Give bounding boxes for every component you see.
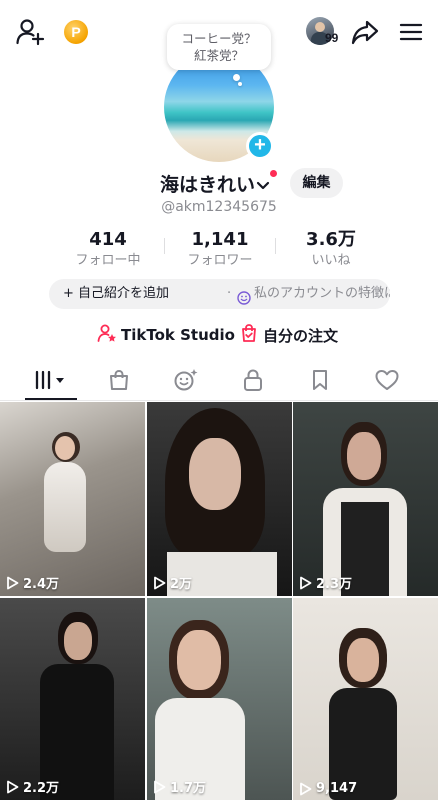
tab-videos[interactable] xyxy=(31,365,71,395)
active-tab-indicator xyxy=(25,398,77,400)
stat-likes-label: いいね xyxy=(311,253,351,268)
plus-icon: + xyxy=(63,286,74,301)
stat-followers-label: フォロワー xyxy=(187,253,253,268)
note-line-2: 紅茶党？ xyxy=(193,48,244,63)
tab-shop[interactable] xyxy=(99,365,139,395)
video-grid: 2.4万 2万 2.3万 2.2万 1.7万 9,147 xyxy=(0,402,438,800)
smile-icon xyxy=(237,287,251,309)
view-count: 2.2万 xyxy=(6,777,59,796)
notification-badge: 99 xyxy=(325,31,339,45)
sparkle-face-icon xyxy=(174,369,198,391)
play-icon xyxy=(7,576,19,589)
creator-star-icon xyxy=(97,323,117,347)
note-bubble[interactable]: コーヒー党？ 紅茶党？ xyxy=(167,24,271,70)
bubble-tail-small xyxy=(238,82,242,86)
view-count-text: 2.4万 xyxy=(23,577,60,592)
shopping-bag-icon xyxy=(239,323,259,347)
heart-icon xyxy=(375,370,399,390)
view-count-text: 2.2万 xyxy=(23,781,60,796)
shopping-bag-icon xyxy=(110,369,128,390)
add-bio-button[interactable]: + 自己紹介を追加 · 私のアカウントの特徴は... xyxy=(49,279,390,309)
tab-likes[interactable] xyxy=(367,365,407,395)
tab-private[interactable] xyxy=(233,365,273,395)
coin-icon[interactable]: P xyxy=(64,20,88,44)
stat-likes[interactable]: 3.6万 いいね xyxy=(276,229,386,270)
stat-followers[interactable]: 1,141 フォロワー xyxy=(165,229,275,270)
tiktok-studio-link[interactable]: TikTok Studio xyxy=(97,323,235,347)
stat-following[interactable]: 414 フォロー中 xyxy=(53,229,163,270)
video-thumbnail[interactable]: 2.3万 xyxy=(293,402,438,596)
view-count-text: 2.3万 xyxy=(316,577,353,592)
play-icon xyxy=(300,782,312,795)
view-count-text: 2万 xyxy=(170,577,193,592)
profile-name[interactable]: 海はきれい xyxy=(160,170,255,197)
username-handle: @akm12345675 xyxy=(161,199,277,215)
video-thumbnail[interactable]: 2万 xyxy=(147,402,292,596)
tiktok-studio-label: TikTok Studio xyxy=(121,326,235,344)
view-count-text: 9,147 xyxy=(316,781,358,796)
video-thumbnail[interactable]: 9,147 xyxy=(293,598,438,800)
profile-links: TikTok Studio 自分の注文 xyxy=(0,323,438,347)
view-count: 9,147 xyxy=(299,781,357,796)
bio-separator: · xyxy=(227,286,232,301)
play-icon xyxy=(154,780,166,793)
play-icon xyxy=(154,576,166,589)
videos-grid-icon xyxy=(35,370,64,390)
bubble-tail-large xyxy=(233,74,240,81)
bio-hint: 私のアカウントの特徴は... xyxy=(254,286,390,301)
edit-profile-button[interactable]: 編集 xyxy=(290,168,343,198)
view-count: 2.4万 xyxy=(6,573,59,592)
add-bio-text: 自己紹介を追加 xyxy=(78,286,170,301)
bookmark-icon xyxy=(313,370,327,390)
coin-symbol: P xyxy=(71,24,81,40)
chevron-down-icon[interactable] xyxy=(256,176,270,195)
view-count: 1.7万 xyxy=(153,777,206,796)
stat-following-label: フォロー中 xyxy=(75,253,141,268)
unread-dot xyxy=(270,170,277,177)
view-count-text: 1.7万 xyxy=(170,781,207,796)
profile-tabs xyxy=(0,361,438,401)
stat-likes-value: 3.6万 xyxy=(306,229,356,250)
tab-bookmarks[interactable] xyxy=(300,365,340,395)
play-icon xyxy=(7,780,19,793)
menu-icon[interactable] xyxy=(396,17,426,47)
add-avatar-plus-icon[interactable]: + xyxy=(246,132,274,160)
stat-following-value: 414 xyxy=(89,229,127,250)
video-thumbnail[interactable]: 2.2万 xyxy=(0,598,145,800)
view-count: 2万 xyxy=(153,573,192,592)
tab-favorites[interactable] xyxy=(166,365,206,395)
share-icon[interactable] xyxy=(350,17,380,47)
lock-icon xyxy=(244,369,262,391)
view-count: 2.3万 xyxy=(299,573,352,592)
my-orders-label: 自分の注文 xyxy=(263,326,339,345)
my-orders-link[interactable]: 自分の注文 xyxy=(239,323,338,347)
play-icon xyxy=(300,576,312,589)
name-row: 海はきれい xyxy=(0,170,438,198)
video-thumbnail[interactable]: 1.7万 xyxy=(147,598,292,800)
add-bio-label: + 自己紹介を追加 xyxy=(63,279,169,309)
video-thumbnail[interactable]: 2.4万 xyxy=(0,402,145,596)
note-line-1: コーヒー党？ xyxy=(181,31,257,46)
add-user-icon[interactable] xyxy=(14,16,46,48)
stat-followers-value: 1,141 xyxy=(191,229,249,250)
